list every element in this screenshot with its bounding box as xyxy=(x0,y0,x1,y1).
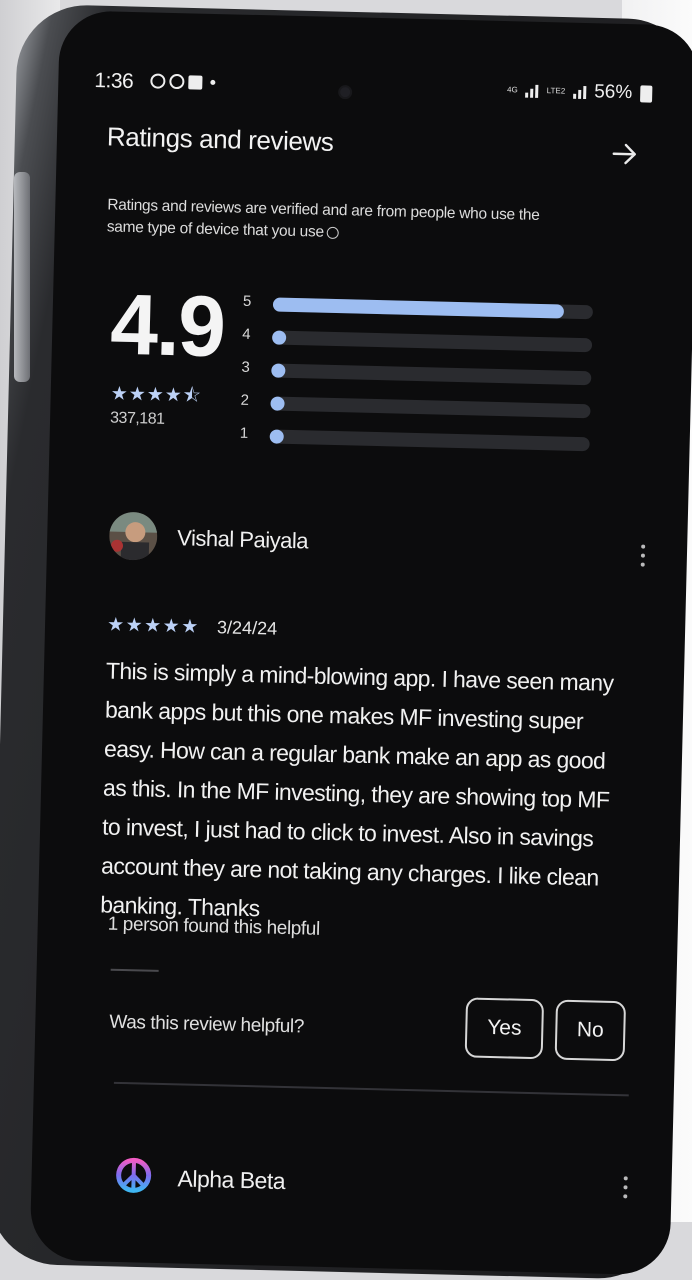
more-options-icon[interactable] xyxy=(623,1176,630,1203)
histogram-label: 1 xyxy=(239,424,249,442)
review-card: Vishal Paiyala ★★★★★ 3/24/24 This is sim… xyxy=(100,511,658,1097)
yes-button[interactable]: Yes xyxy=(464,997,545,1060)
info-icon[interactable] xyxy=(326,226,339,239)
review-count: 337,181 xyxy=(109,409,165,428)
arrow-right-icon[interactable] xyxy=(610,140,639,169)
review-card-next: Alpha Beta xyxy=(114,1150,642,1199)
signal-indicators: 4G LTE2 56% xyxy=(507,79,653,105)
sync-icon xyxy=(169,73,185,90)
histogram-fill xyxy=(271,330,287,345)
histogram-fill xyxy=(272,297,565,319)
histogram-track xyxy=(271,330,593,353)
more-notifications-icon xyxy=(210,79,216,85)
histogram-fill xyxy=(270,396,285,411)
histogram-track xyxy=(272,297,594,320)
review-date: 3/24/24 xyxy=(216,617,278,639)
histogram-label: 3 xyxy=(241,358,250,376)
histogram-label: 5 xyxy=(242,292,252,310)
rating-score: 4.9 xyxy=(109,276,226,376)
divider xyxy=(110,968,159,972)
reviewer-avatar-peace-icon xyxy=(116,1157,152,1193)
helpful-question: Was this review helpful? xyxy=(109,1011,305,1038)
review-text: This is simply a mind-blowing app. I hav… xyxy=(99,657,614,922)
histogram-track xyxy=(271,363,592,386)
reviewer-name: Alpha Beta xyxy=(177,1165,286,1195)
phone-screen: 1:36 4G LTE2 56% Ratings and reviews Rat… xyxy=(29,10,692,1276)
signal-icon xyxy=(525,84,539,98)
divider xyxy=(113,1081,629,1097)
rating-histogram: 5 4 3 2 1 xyxy=(239,292,594,467)
histogram-track xyxy=(269,429,590,452)
more-options-icon[interactable] xyxy=(640,544,648,572)
signal-icon xyxy=(573,85,587,100)
no-button[interactable]: No xyxy=(554,999,627,1062)
status-time: 1:36 xyxy=(94,69,134,93)
histogram-label: 2 xyxy=(240,391,250,409)
histogram-label: 4 xyxy=(242,325,251,343)
histogram-fill xyxy=(271,363,286,378)
message-icon xyxy=(188,74,203,90)
network-type: 4G xyxy=(506,85,518,95)
verified-note: Ratings and reviews are verified and are… xyxy=(106,196,540,241)
status-bar: 1:36 4G LTE2 56% xyxy=(94,69,663,113)
notification-icons xyxy=(150,73,216,90)
histogram-fill xyxy=(269,429,284,444)
phone-side-button xyxy=(14,172,30,382)
battery-percent: 56% xyxy=(593,81,633,104)
reviewer-name: Vishal Paiyala xyxy=(176,525,309,554)
rating-stars: ★★★★⯪ xyxy=(110,383,203,407)
network-type-2: LTE2 xyxy=(546,86,566,96)
sync-icon xyxy=(150,73,166,89)
battery-icon xyxy=(640,84,653,103)
histogram-track xyxy=(270,396,591,419)
helpful-count: 1 person found this helpful xyxy=(107,913,321,940)
section-title: Ratings and reviews xyxy=(106,121,334,157)
reviewer-avatar xyxy=(108,511,158,561)
review-stars: ★★★★★ xyxy=(106,614,200,638)
